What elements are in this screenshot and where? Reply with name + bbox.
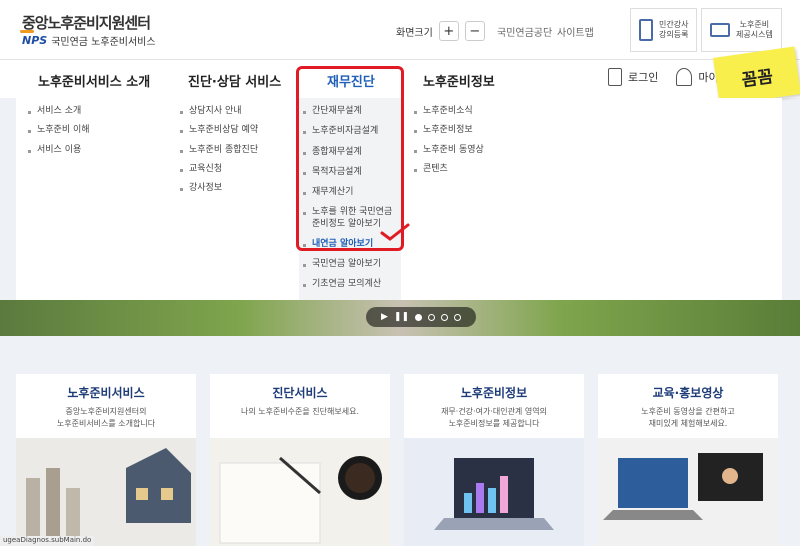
sitemap-link[interactable]: 사이트맵 <box>557 24 594 39</box>
card-desc: 중앙노후준비지원센터의 노후준비서비스를 소개합니다 <box>56 407 156 428</box>
checkmark-icon <box>380 223 410 241</box>
nav-retirement-info[interactable]: 노후준비정보 <box>423 71 495 90</box>
quick1-label: 민간강사 강의등록 <box>659 20 689 39</box>
menu-item[interactable]: 노후준비 종합진단 <box>180 145 258 156</box>
font-size-control: 화면크기 + − <box>396 21 485 41</box>
slide-dot[interactable] <box>441 313 448 321</box>
site-logo-sub[interactable]: NPS 국민연금 노후준비서비스 <box>19 30 156 48</box>
lecturer-register-button[interactable]: 민간강사 강의등록 <box>630 8 698 52</box>
card-diagnosis[interactable]: 진단서비스 나의 노후준비수준을 진단해보세요. <box>210 374 390 546</box>
nps-logo: NPS <box>19 30 48 47</box>
notebook-coffee-image <box>210 438 390 546</box>
slide-dot[interactable] <box>454 313 461 321</box>
logo-subtitle: 국민연금 노후준비서비스 <box>51 37 156 48</box>
menu-col-info: 노후준비소식 노후준비정보 노후준비 동영상 콘텐츠 <box>414 106 484 183</box>
play-icon[interactable]: ▶ <box>381 312 388 322</box>
menu-item[interactable]: 기초연금 모의계산 <box>303 279 401 290</box>
font-decrease-button[interactable]: − <box>464 21 485 41</box>
quick2-label: 노후준비 제공시스템 <box>736 20 773 39</box>
menu-item[interactable]: 서비스 이용 <box>28 145 90 156</box>
laptop-charts-image <box>404 438 584 546</box>
coins-house-image <box>16 438 196 546</box>
card-title: 진단서비스 <box>272 386 328 400</box>
login-label: 로그인 <box>628 71 659 84</box>
menu-item[interactable]: 노후준비 동영상 <box>414 145 484 156</box>
card-education[interactable]: 교육·홍보영상 노후준비 동영상을 간편하고 재미있게 체험해보세요. <box>598 374 778 546</box>
nav-service-intro[interactable]: 노후준비서비스 소개 <box>38 71 150 90</box>
menu-col-consult: 상담지사 안내 노후준비상담 예약 노후준비 종합진단 교육신청 강사정보 <box>180 106 258 202</box>
card-title: 교육·홍보영상 <box>652 386 724 400</box>
lock-icon <box>608 68 622 86</box>
slide-dot[interactable] <box>428 313 435 321</box>
document-icon <box>639 19 653 41</box>
menu-item[interactable]: 노후준비상담 예약 <box>180 125 258 136</box>
font-increase-button[interactable]: + <box>438 21 459 41</box>
pause-icon[interactable]: ❚❚ <box>394 312 409 322</box>
card-title: 노후준비서비스 <box>67 386 145 400</box>
status-url: ugeaDiagnos.subMain.do <box>0 536 95 546</box>
monitor-icon <box>710 23 730 37</box>
user-icon <box>676 68 693 86</box>
banner-controls: ▶ ❚❚ <box>366 307 476 327</box>
menu-item[interactable]: 노후준비소식 <box>414 106 484 117</box>
top-header: 중앙노후준비지원센터 NPS 국민연금 노후준비서비스 화면크기 + − 국민연… <box>0 0 800 60</box>
slide-dot[interactable] <box>415 313 422 321</box>
menu-item[interactable]: 강사정보 <box>180 183 258 194</box>
nps-link[interactable]: 국민연금공단 <box>497 24 552 39</box>
laptop-video-image <box>598 438 778 546</box>
menu-col-intro: 서비스 소개 노후준비 이해 서비스 이용 <box>28 106 90 164</box>
login-link[interactable]: 로그인 마이 <box>608 68 719 86</box>
card-desc: 노후준비 동영상을 간편하고 재미있게 체험해보세요. <box>641 407 735 428</box>
card-info[interactable]: 노후준비정보 재무·건강·여가·대인관계 영역의 노후준비정보를 제공합니다 <box>404 374 584 546</box>
nav-diagnosis-consult[interactable]: 진단·상담 서비스 <box>188 71 281 90</box>
menu-item[interactable]: 상담지사 안내 <box>180 106 258 117</box>
card-desc: 나의 노후준비수준을 진단해보세요. <box>240 407 360 416</box>
font-size-label: 화면크기 <box>396 27 433 39</box>
menu-item[interactable]: 국민연금 알아보기 <box>303 259 401 270</box>
menu-item[interactable]: 교육신청 <box>180 164 258 175</box>
menu-item[interactable]: 서비스 소개 <box>28 106 90 117</box>
card-title: 노후준비정보 <box>460 386 528 400</box>
menu-item[interactable]: 콘텐츠 <box>414 164 484 175</box>
menu-item[interactable]: 노후준비 이해 <box>28 125 90 136</box>
menu-item[interactable]: 노후준비정보 <box>414 125 484 136</box>
card-desc: 재무·건강·여가·대인관계 영역의 노후준비정보를 제공합니다 <box>441 407 547 428</box>
site-logo-title[interactable]: 중앙노후준비지원센터 <box>22 12 151 33</box>
system-button[interactable]: 노후준비 제공시스템 <box>701 8 782 52</box>
card-service[interactable]: 노후준비서비스 중앙노후준비지원센터의 노후준비서비스를 소개합니다 <box>16 374 196 546</box>
